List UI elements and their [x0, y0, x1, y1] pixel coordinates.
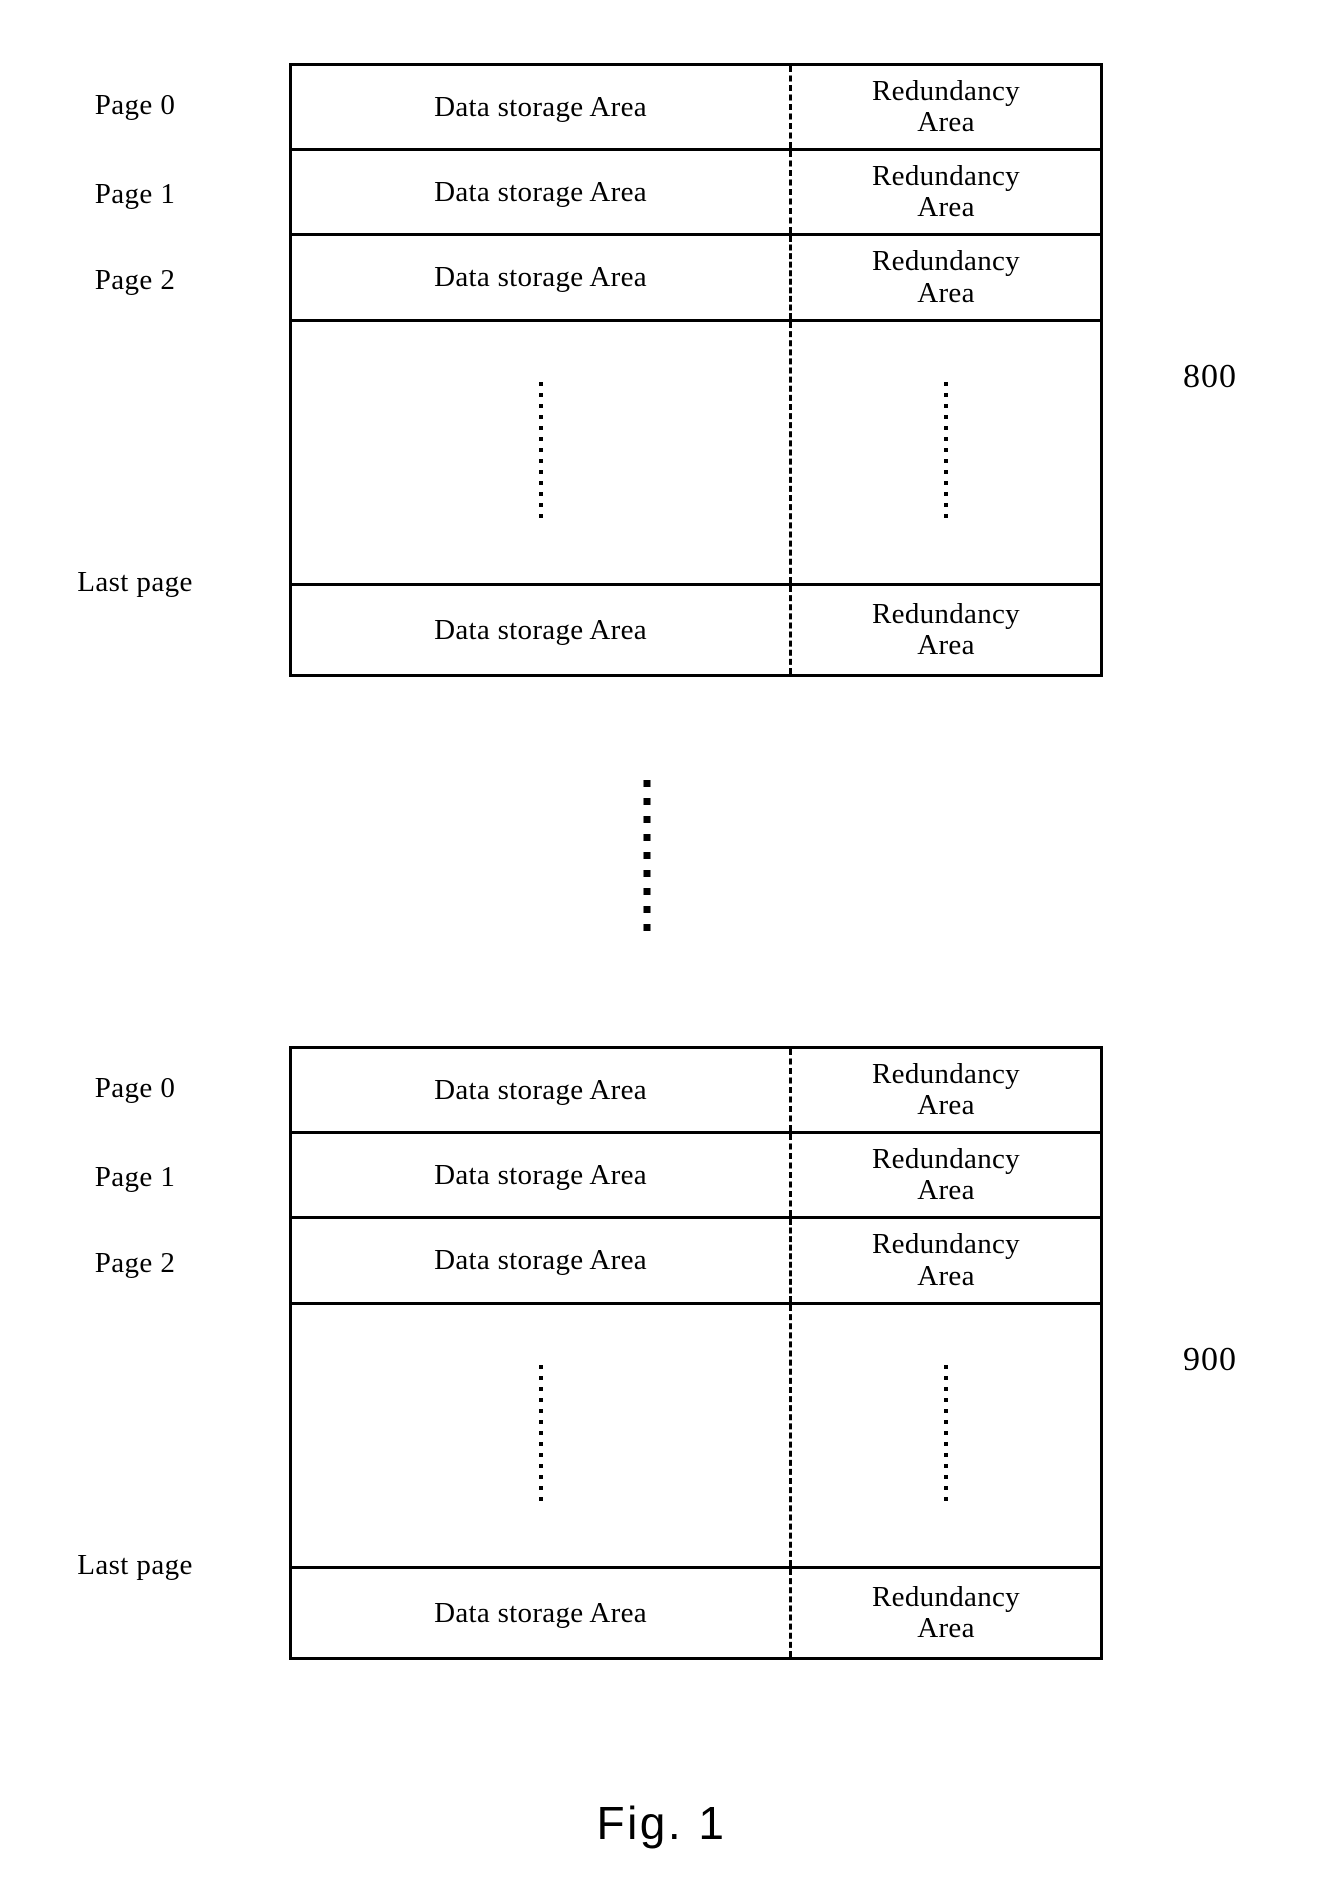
data-storage-area-cell: Data storage Area	[434, 1073, 647, 1106]
table-row-last-page: Data storage Area Redundancy Area	[292, 586, 1100, 674]
redundancy-area-label: Redundancy Area	[872, 597, 1020, 661]
row-label-page-0: Page 0	[94, 89, 176, 121]
table-row-page-2: Data storage Area Redundancy Area	[292, 1219, 1100, 1305]
vertical-ellipsis-icon	[944, 382, 948, 518]
row-label-page-1: Page 1	[94, 178, 176, 210]
data-storage-area-cell: Data storage Area	[434, 261, 647, 293]
redundancy-area-cell: Redundancy Area	[789, 66, 1100, 148]
data-storage-area-ellipsis-cell	[292, 322, 789, 583]
table-row-page-2: Data storage Area Redundancy Area	[292, 236, 1100, 322]
block-table-900: Data storage Area Redundancy Area Data st…	[289, 1046, 1103, 1660]
redundancy-area-cell: Redundancy Area	[789, 151, 1100, 233]
data-storage-area-cell: Data storage Area	[434, 1158, 647, 1191]
figure-page: Page 0 Page 1 Page 2 Last page Data stor…	[0, 0, 1323, 1902]
redundancy-area-label: Redundancy Area	[872, 1057, 1020, 1121]
data-storage-area-cell: Data storage Area	[434, 1244, 647, 1276]
redundancy-area-cell: Redundancy Area	[789, 1569, 1100, 1657]
data-storage-area-cell: Data storage Area	[434, 1596, 647, 1629]
table-row-page-0: Data storage Area Redundancy Area	[292, 66, 1100, 151]
table-row-page-0: Data storage Area Redundancy Area	[292, 1049, 1100, 1134]
row-label-page-2: Page 2	[94, 1247, 176, 1279]
redundancy-area-cell: Redundancy Area	[789, 1049, 1100, 1131]
reference-number-900: 900	[1183, 1341, 1237, 1378]
figure-caption: Fig. 1	[596, 1797, 727, 1849]
redundancy-area-label: Redundancy Area	[872, 1228, 1020, 1292]
vertical-ellipsis-icon	[538, 382, 543, 518]
table-row-page-1: Data storage Area Redundancy Area	[292, 151, 1100, 236]
redundancy-area-label: Redundancy Area	[872, 74, 1020, 138]
redundancy-area-ellipsis-cell	[789, 1305, 1100, 1566]
vertical-ellipsis-icon	[944, 1365, 948, 1501]
reference-number-800: 800	[1183, 358, 1237, 395]
redundancy-area-label: Redundancy Area	[872, 245, 1020, 309]
table-row-ellipsis	[292, 1305, 1100, 1569]
table-row-page-1: Data storage Area Redundancy Area	[292, 1134, 1100, 1219]
redundancy-area-ellipsis-cell	[789, 322, 1100, 583]
row-label-page-2: Page 2	[94, 264, 176, 296]
vertical-ellipsis-icon	[538, 1365, 543, 1501]
block-table-800: Data storage Area Redundancy Area Data st…	[289, 63, 1103, 677]
row-label-last-page: Last page	[77, 566, 193, 598]
redundancy-area-label: Redundancy Area	[872, 1142, 1020, 1206]
data-storage-area-cell: Data storage Area	[434, 90, 647, 123]
table-row-ellipsis	[292, 322, 1100, 586]
row-label-page-0: Page 0	[94, 1072, 176, 1104]
redundancy-area-cell: Redundancy Area	[789, 236, 1100, 319]
data-storage-area-cell: Data storage Area	[434, 175, 647, 208]
row-label-page-1: Page 1	[94, 1161, 176, 1193]
row-label-last-page: Last page	[77, 1549, 193, 1581]
redundancy-area-label: Redundancy Area	[872, 1580, 1020, 1644]
redundancy-area-cell: Redundancy Area	[789, 1134, 1100, 1216]
table-row-last-page: Data storage Area Redundancy Area	[292, 1569, 1100, 1657]
redundancy-area-cell: Redundancy Area	[789, 1219, 1100, 1302]
data-storage-area-cell: Data storage Area	[434, 613, 647, 646]
data-storage-area-ellipsis-cell	[292, 1305, 789, 1566]
redundancy-area-cell: Redundancy Area	[789, 586, 1100, 674]
redundancy-area-label: Redundancy Area	[872, 159, 1020, 223]
block-separator-ellipsis-icon	[643, 780, 651, 931]
